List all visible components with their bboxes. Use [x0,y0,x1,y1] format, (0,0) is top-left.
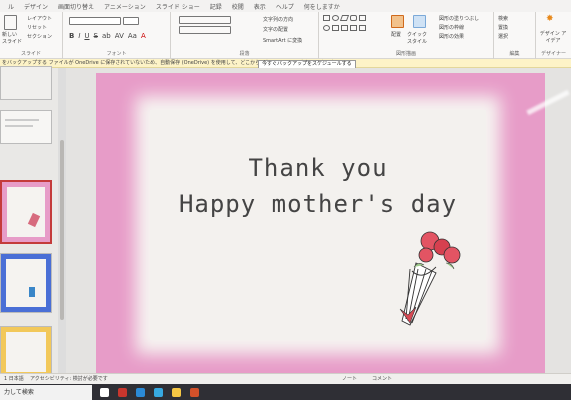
new-slide-icon[interactable] [4,15,17,30]
change-case-button[interactable]: Aa [128,32,137,40]
browser-icon[interactable] [154,388,163,397]
align-buttons-icon[interactable] [179,26,231,34]
shadow-button[interactable]: ab [102,32,111,40]
star-shape-icon[interactable] [359,25,366,31]
slides-group-label: スライド [20,51,41,57]
slide-thumbnail-4[interactable] [0,253,52,313]
ribbon: 新しい スライド レイアウト リセット セクション スライド B I U S a… [0,12,571,59]
font-color-button[interactable]: A [141,32,146,40]
thumbnail-scrollbar-thumb[interactable] [60,140,64,320]
tab-view[interactable]: 表示 [254,2,266,11]
app-icon-red[interactable] [118,388,127,397]
circle-shape-icon[interactable] [323,25,330,31]
font-name-field[interactable] [69,17,121,25]
bold-button[interactable]: B [69,32,74,40]
rectangle-shape-icon[interactable] [323,15,330,21]
editing-group-label: 編集 [509,51,520,57]
triangle-shape-icon[interactable] [332,25,339,31]
font-group-label: フォント [106,51,127,57]
drawing-group-label: 図形描画 [395,51,416,57]
quick-styles-button[interactable]: クイック スタイル [407,31,431,45]
shape-effects-button[interactable]: 図形の効果 [439,33,464,40]
tab-record[interactable]: 記録 [210,2,222,11]
text-direction-button[interactable]: 文字列の方向 [263,16,293,23]
arrange-icon[interactable] [391,15,404,28]
message-bar: をバックアップする ファイルが OneDrive に保存されていないため、自動保… [0,59,571,69]
char-spacing-button[interactable]: AV [115,32,124,40]
convert-smartart-button[interactable]: SmartArt に変換 [263,37,302,44]
new-slide-button[interactable]: 新しい スライド [2,31,22,45]
arrange-button[interactable]: 配置 [391,31,401,38]
font-group: B I U S ab AV Aa A フォント [63,12,171,59]
slide-thumbnail-1[interactable] [0,66,52,100]
tab-home[interactable]: ル [8,2,14,11]
tab-help[interactable]: ヘルプ [276,2,294,11]
designer-group: ✸ デザイン アイデア デザイナー [536,12,571,59]
slide-canvas[interactable]: Thank you Happy mother's day [96,73,545,390]
powerpoint-taskbar-icon[interactable] [190,388,199,397]
font-size-field[interactable] [123,17,139,25]
strikethrough-button[interactable]: S [94,32,98,40]
find-button[interactable]: 検索 [498,15,508,22]
designer-group-label: デザイナー [541,51,566,57]
reset-button[interactable]: リセット [27,24,47,31]
italic-button[interactable]: I [78,32,80,40]
quick-styles-icon[interactable] [413,15,426,28]
rounded-rectangle-shape-icon[interactable] [350,15,357,21]
line-shape-icon[interactable] [341,25,348,31]
select-button[interactable]: 選択 [498,33,508,40]
designer-lightbulb-icon[interactable]: ✸ [546,14,554,24]
drawing-group: 配置 クイック スタイル 図形の塗りつぶし 図形の枠線 図形の効果 図形描画 [319,12,494,59]
editing-group: 検索 置換 選択 編集 [494,12,536,59]
section-button[interactable]: セクション [27,33,52,40]
font-format-buttons: B I U S ab AV Aa A [69,32,146,40]
taskbar-search-box[interactable]: 力して検索 [0,385,92,400]
slide-thumbnail-2[interactable] [0,110,52,144]
arrow-shape-icon[interactable] [359,15,366,21]
paragraph-group: 文字列の方向 文字の配置 SmartArt に変換 段落 [171,12,319,59]
replace-button[interactable]: 置換 [498,24,508,31]
underline-button[interactable]: U [84,32,89,40]
tab-review[interactable]: 校閲 [232,2,244,11]
parallelogram-shape-icon[interactable] [339,15,350,21]
tab-animations[interactable]: アニメーション [104,2,146,11]
tab-transitions[interactable]: 画面切り替え [58,2,94,11]
slide-thumbnail-3[interactable] [0,180,52,244]
task-view-icon[interactable] [100,388,109,397]
rose-bouquet-image[interactable] [388,229,478,335]
shape-outline-button[interactable]: 図形の枠線 [439,24,464,31]
tell-me-search[interactable]: 何をしますか [304,2,340,11]
slide-title-line-2[interactable]: Happy mother's day [150,190,486,218]
slide-thumbnail-5[interactable] [0,326,52,376]
shapes-gallery[interactable] [323,15,383,43]
status-bar: 1 日本語 アクセシビリティ: 検討が必要です ノート コメント [0,373,571,384]
file-explorer-icon[interactable] [172,388,181,397]
brace-shape-icon[interactable] [350,25,357,31]
slide-title-line-1[interactable]: Thank you [150,154,486,182]
layout-button[interactable]: レイアウト [27,15,52,22]
ribbon-tabs: ル デザイン 画面切り替え アニメーション スライド ショー 記録 校閲 表示 … [0,0,571,12]
slides-group: 新しい スライド レイアウト リセット セクション スライド [0,12,63,59]
shape-fill-button[interactable]: 図形の塗りつぶし [439,15,479,22]
paragraph-group-label: 段落 [239,51,250,57]
tab-design[interactable]: デザイン [24,2,48,11]
edge-icon[interactable] [136,388,145,397]
list-buttons-icon[interactable] [179,16,231,24]
slide-thumbnail-panel [0,66,67,376]
design-ideas-button[interactable]: デザイン アイデア [538,30,568,44]
align-text-button[interactable]: 文字の配置 [263,26,288,33]
oval-shape-icon[interactable] [332,15,339,21]
tab-slideshow[interactable]: スライド ショー [156,2,200,11]
